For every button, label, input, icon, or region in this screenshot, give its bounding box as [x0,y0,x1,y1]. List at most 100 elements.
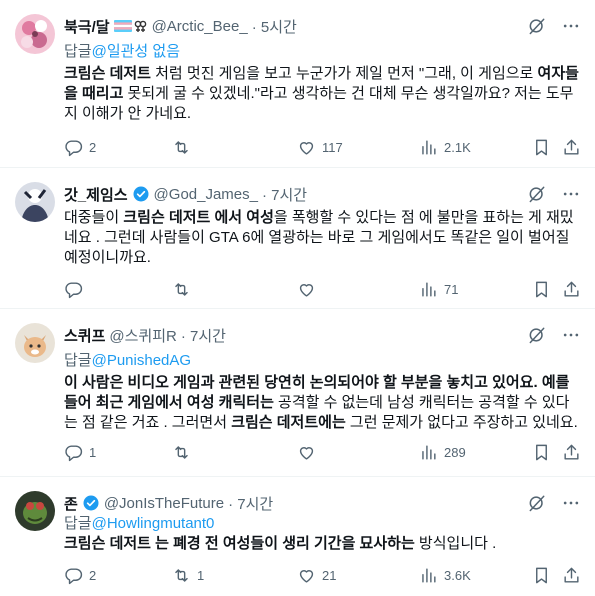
views-icon [422,444,436,460]
reply-count: 2 [89,139,97,155]
tweet[interactable]: 북극/달 @Arctic_Bee_ · 5시간 답글@일관성 없음 크림슨 데저… [0,0,595,168]
retweet-icon [175,282,188,296]
reply-icon [65,139,83,156]
like-button[interactable]: 117 [297,138,343,157]
retweet-icon [175,445,188,459]
tweet-header: 스퀴프 @스퀴피R · 7시간 [64,325,525,345]
reply-icon [65,567,83,584]
avatar[interactable] [15,491,55,531]
heart-icon [299,283,314,297]
view-count: 2.1K [444,139,471,155]
tweet-actions: 2 117 2.1K [64,137,585,157]
more-icon[interactable] [561,325,581,345]
reply-button[interactable]: 2 [64,566,96,585]
tweet[interactable]: 갓_제임스 @God_James_ · 7시간 대중들이 크림슨 데저트 에서 … [0,168,595,309]
avatar[interactable] [15,14,55,54]
tweet[interactable]: 스퀴프 @스퀴피R · 7시간 답글@PunishedAG 이 사람은 비디오 … [0,309,595,477]
timestamp[interactable]: · 5시간 [252,16,297,37]
reply-icon [65,444,83,461]
like-button[interactable]: 21 [297,566,336,585]
reply-handle-link[interactable]: @일관성 없음 [92,43,180,60]
retweet-button[interactable] [172,443,197,462]
grok-icon[interactable] [527,184,547,204]
views-button[interactable]: 2.1K [419,138,471,157]
tweet-text-segment: 크림슨 데저트 는 폐경 전 여성들이 생리 기간을 묘사하는 [64,535,415,552]
more-icon[interactable] [561,184,581,204]
reply-handle-link[interactable]: @Howlingmutant0 [92,515,215,532]
tweet-header: 북극/달 @Arctic_Bee_ · 5시간 [64,16,525,36]
more-icon[interactable] [561,493,581,513]
share-button[interactable] [562,443,581,462]
like-count: 117 [322,139,343,155]
tweet-text-segment: 대중들이 [64,209,124,226]
reply-label: 답글 [64,43,92,60]
timestamp[interactable]: · 7시간 [228,493,273,514]
avatar[interactable] [15,323,55,363]
tweet-text-segment: 그런 문제가 없다고 주장하고 있네요. [345,414,578,431]
retweet-button[interactable] [172,138,197,157]
view-count: 289 [444,444,466,460]
tweet-header: 갓_제임스 @God_James_ · 7시간 [64,184,525,204]
more-icon[interactable] [561,16,581,36]
bookmark-button[interactable] [532,280,551,299]
retweet-count: 1 [197,567,205,583]
views-button[interactable]: 71 [419,280,458,299]
tweet-text: 크림슨 데저트 처럼 멋진 게임을 보고 누군가가 제일 먼저 "그래, 이 게… [64,64,581,124]
reply-context: 답글@Howlingmutant0 [64,512,214,533]
tweet-text-segment: 크림슨 데저트 [64,65,151,82]
retweet-button[interactable]: 1 [172,566,204,585]
bookmark-button[interactable] [532,566,551,585]
reply-label: 답글 [64,515,92,532]
reply-button[interactable]: 1 [64,443,96,462]
bookmark-icon [536,444,547,460]
reply-context: 답글@일관성 없음 [64,40,180,61]
like-button[interactable] [297,443,322,462]
display-name[interactable]: 스퀴프 [64,325,105,346]
share-icon [564,444,579,460]
tweet[interactable]: 존 @JonIsTheFuture · 7시간 답글@Howlingmutant… [0,477,595,596]
bookmark-icon [536,281,547,297]
tweet-actions: 1 289 [64,442,585,462]
views-icon [422,281,436,297]
bookmark-icon [536,139,547,155]
tweet-header: 존 @JonIsTheFuture · 7시간 [64,493,525,513]
timestamp[interactable]: · 7시간 [262,184,307,205]
bookmark-button[interactable] [532,443,551,462]
views-button[interactable]: 3.6K [419,566,471,585]
verified-badge-icon [82,494,100,512]
reply-button[interactable]: 2 [64,138,96,157]
tweet-text-segment: 처럼 멋진 게임을 보고 누군가가 제일 먼저 "그래, 이 게임으로 [150,65,538,82]
timestamp[interactable]: · 7시간 [181,325,226,346]
handle[interactable]: @JonIsTheFuture [104,495,224,512]
reply-button[interactable] [64,280,89,299]
avatar[interactable] [15,182,55,222]
tweet-text: 대중들이 크림슨 데저트 에서 여성을 폭행할 수 있다는 점 에 불만을 표하… [64,208,581,268]
view-count: 71 [444,281,459,297]
display-name[interactable]: 갓_제임스 [64,184,128,205]
share-button[interactable] [562,138,581,157]
heart-icon [299,569,314,583]
retweet-icon [175,140,188,154]
handle[interactable]: @Arctic_Bee_ [152,18,248,35]
bookmark-button[interactable] [532,138,551,157]
like-button[interactable] [297,280,322,299]
views-button[interactable]: 289 [419,443,466,462]
handle[interactable]: @God_James_ [154,186,258,203]
retweet-button[interactable] [172,280,197,299]
share-button[interactable] [562,566,581,585]
share-button[interactable] [562,280,581,299]
tweet-text-segment: 크림슨 데저트 에서 여성 [123,209,274,226]
grok-icon[interactable] [527,493,547,513]
tweet-text: 이 사람은 비디오 게임과 관련된 당연히 논의되어야 할 부분을 놓치고 있어… [64,373,581,433]
verified-badge-icon [132,185,150,203]
handle[interactable]: @스퀴피R [109,325,176,346]
display-name[interactable]: 북극/달 [64,16,110,37]
grok-icon[interactable] [527,16,547,36]
tweet-text-segment: 방식입니다 . [414,535,497,552]
bookmark-icon [536,567,547,583]
reply-label: 답글 [64,352,92,369]
grok-icon[interactable] [527,325,547,345]
reply-handle-link[interactable]: @PunishedAG [92,352,191,369]
share-icon [564,567,579,583]
display-name[interactable]: 존 [64,493,78,514]
